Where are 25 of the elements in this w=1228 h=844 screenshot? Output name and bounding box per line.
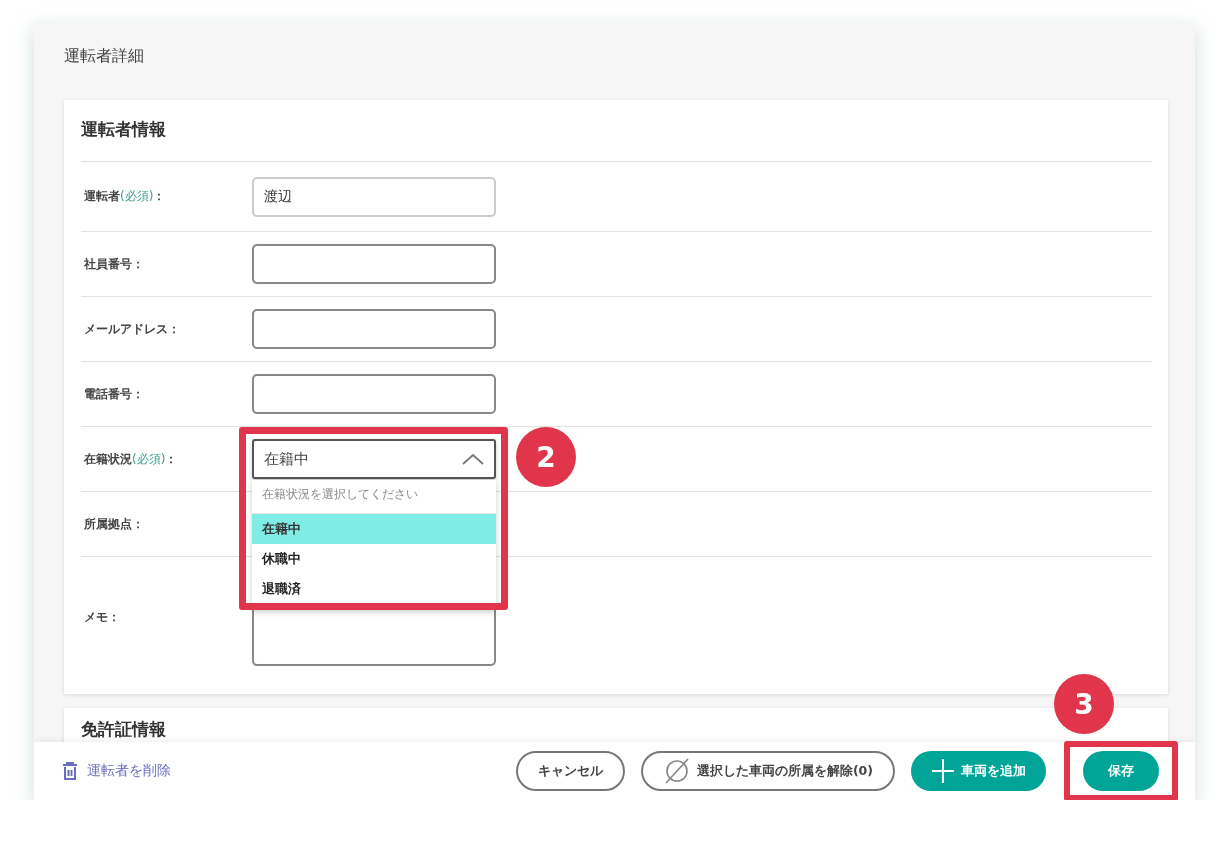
cancel-button[interactable]: キャンセル: [515, 751, 625, 791]
page-title: 運転者詳細: [63, 45, 145, 67]
input-field[interactable]: [252, 309, 496, 349]
dropdown-option[interactable]: 退職済: [252, 574, 496, 604]
trash-icon: [62, 762, 78, 780]
field-label: メールアドレス：: [83, 320, 181, 338]
unassign-button[interactable]: 選択した車両の所属を解除(0): [640, 751, 895, 791]
dropdown-option[interactable]: 休職中: [252, 544, 496, 574]
status-dropdown[interactable]: 在籍中: [252, 439, 496, 479]
field-label: 電話番号：: [83, 385, 145, 403]
input-field[interactable]: [252, 374, 496, 414]
field-label: 社員番号：: [83, 255, 145, 273]
input-field[interactable]: 渡辺: [252, 176, 496, 217]
dropdown-option[interactable]: 在籍中: [252, 514, 496, 544]
chevron-up-icon: [462, 453, 484, 465]
field-label: 在籍状況(必須)：: [83, 450, 179, 468]
plus-icon: [931, 758, 955, 784]
input-field[interactable]: [252, 244, 496, 284]
delete-link[interactable]: 運転者を削除: [62, 762, 171, 780]
field-label: 運転者(必須)：: [83, 188, 167, 205]
slashed-circle-icon: [662, 757, 691, 785]
field-label: 所属拠点：: [83, 515, 145, 533]
step-badge: 2: [516, 427, 576, 487]
field-label: メモ：: [83, 609, 121, 626]
section-title: 運転者情報: [81, 100, 1152, 162]
